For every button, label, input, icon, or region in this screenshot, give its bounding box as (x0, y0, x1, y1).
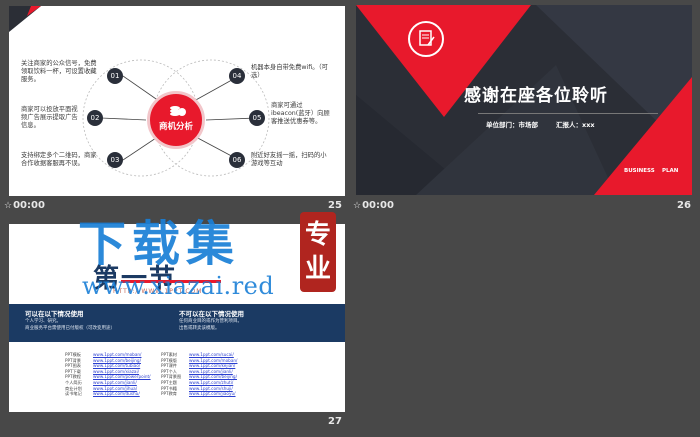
slide-27-number: 27 (328, 416, 342, 427)
business-tag: BUSINESS (624, 168, 655, 174)
resource-link[interactable]: www.1ppt.com/jihua/ (93, 386, 137, 391)
usage-forbidden-item-1: 任何商业目的或作为营利项目。 (179, 319, 242, 324)
usage-allowed-item-2: 商业服务平台需使用已付版权（可改变用途） (25, 326, 115, 331)
usage-band: 可以在以下情况使用 个人学习、研究。 商业服务平台需使用已付版权（可改变用途） … (9, 304, 345, 342)
resource-link[interactable]: www.1ppt.com/zhuti/ (189, 380, 233, 385)
resource-label: PPT背景图 (161, 374, 182, 380)
title-divider (478, 113, 658, 114)
slide-25-number: 25 (328, 200, 342, 211)
resource-link[interactable]: www.1ppt.com/jiaoyu/ (189, 391, 236, 396)
resource-link[interactable]: www.1ppt.com/moban/ (189, 358, 237, 363)
resource-link[interactable]: www.1ppt.com/beijing/ (189, 374, 237, 379)
badge-03: 03 (107, 152, 123, 168)
watermark-title: 下载集 (78, 216, 241, 272)
resource-link[interactable]: www.1ppt.com/xiazai/ (93, 369, 139, 374)
resource-link[interactable]: www.1ppt.com/shuji/ (189, 386, 233, 391)
resource-label: 商业计划 (65, 385, 82, 391)
coins-icon (169, 102, 186, 116)
thank-you-title: 感谢在座各位聆听 (464, 86, 608, 106)
badge-05: 05 (249, 110, 265, 126)
plan-tag: PLAN (662, 168, 679, 174)
department-label: 单位部门：市场部 (486, 121, 538, 129)
slide-26-timing: 00:00 (353, 200, 394, 211)
watermark-seal-text: 专业 (304, 220, 331, 284)
center-label: 商机分析 (158, 122, 193, 132)
watermark-seal: 专业 (300, 212, 336, 292)
badge-04: 04 (229, 68, 245, 84)
point-text-05: 商家可通过ibeacon(蓝牙）向顾客推送优惠券等。 (271, 102, 330, 125)
resource-label: PPT书籍 (161, 385, 177, 391)
watermark-url: www.xiazai.red (82, 272, 275, 300)
resource-link[interactable]: www.1ppt.com/powerpoint/ (93, 374, 151, 379)
resource-link[interactable]: www.1ppt.com/moban/ (93, 352, 141, 357)
badge-02: 02 (87, 110, 103, 126)
usage-forbidden-title: 不可以在以下情况使用 (179, 310, 244, 318)
resource-label: PPT素材 (161, 352, 177, 357)
point-text-04: 机器本身自带免费wifi。（可选） (251, 64, 328, 79)
resource-label: PPT课件 (161, 363, 177, 369)
usage-allowed-title: 可以在以下情况使用 (25, 310, 84, 318)
badge-01: 01 (107, 68, 123, 84)
usage-allowed-item-1: 个人学习、研究。 (25, 319, 61, 324)
resource-label: PPT主题 (161, 380, 177, 385)
resource-link[interactable]: www.1ppt.com/dushu/ (93, 391, 140, 396)
resource-label: PPT教育 (161, 391, 177, 397)
resource-label: PPT教程 (65, 374, 81, 380)
document-icon (408, 21, 444, 57)
slide-thumbnail-25[interactable]: 商机分析 01 02 03 04 05 06 关注商家的公众信号，免费领取饮料一… (9, 6, 345, 196)
resource-link[interactable]: www.1ppt.com/kejian/ (189, 363, 235, 368)
resource-label: PPT背景 (65, 357, 81, 363)
usage-forbidden-item-2: 出售或转卖该模版。 (179, 326, 220, 331)
point-text-02: 商家可以投放平面视频广告展示提取广告信息。 (21, 106, 78, 129)
resource-link[interactable]: www.1ppt.com/jianli/ (189, 369, 233, 374)
resource-link[interactable]: www.1ppt.com/tubiao/ (93, 363, 140, 368)
resource-link[interactable]: www.1ppt.com/jianli/ (93, 380, 137, 385)
resource-link[interactable]: www.1ppt.com/sucai/ (189, 352, 234, 357)
center-circle: 商机分析 (147, 91, 205, 149)
point-text-03: 支持绑定多个二维码，商家合作收据客服再不误。 (21, 152, 97, 167)
resource-label: 读书笔记 (65, 391, 82, 397)
resource-label: PPT模版 (161, 357, 177, 363)
resource-link[interactable]: www.1ppt.com/beijing/ (93, 358, 141, 363)
point-text-06: 附近好友摇一摇，扫码的小游戏等互动 (251, 152, 327, 167)
point-text-01: 关注商家的公众信号，免费领取饮料一杯，可设置收藏服务。 (21, 60, 97, 83)
reporter-label: 汇报人：xxx (556, 121, 595, 129)
slide-thumbnail-26[interactable]: 感谢在座各位聆听 单位部门：市场部 汇报人：xxx BUSINESS PLAN (356, 5, 692, 195)
resource-label: PPT模板 (65, 352, 81, 357)
slide-26-number: 26 (677, 200, 691, 211)
resource-label: 个人简历 (65, 380, 82, 385)
resource-label: PPT图表 (65, 363, 81, 369)
badge-06: 06 (229, 152, 245, 168)
slide-25-timing: 00:00 (4, 200, 45, 211)
